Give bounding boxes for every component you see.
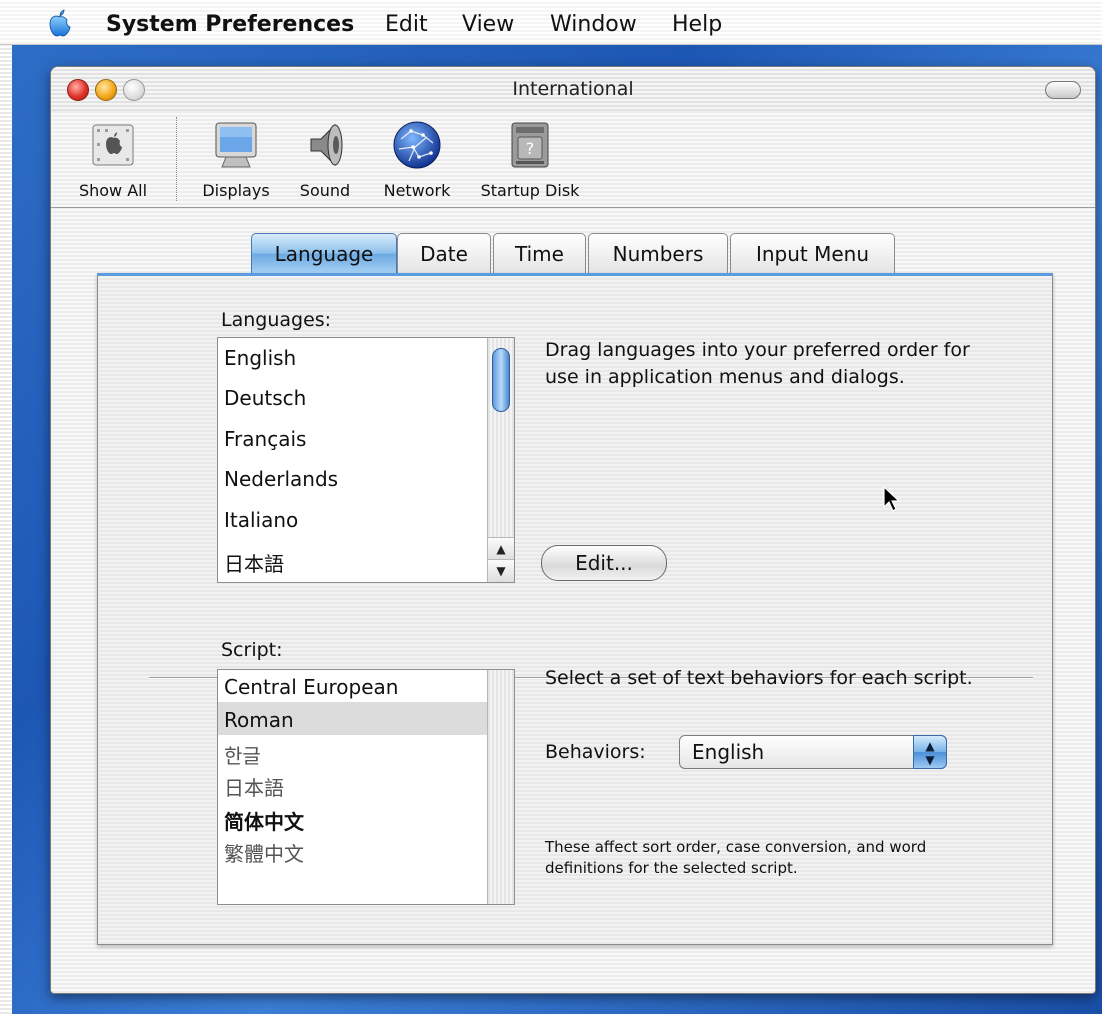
script-list[interactable]: Central European Roman 한글 日本語 简体中文 繁體中文	[217, 669, 515, 905]
international-window: International Show All Displays Sound Ne…	[50, 66, 1096, 994]
script-note: These affect sort order, case conversion…	[545, 838, 927, 877]
window-title: International	[512, 78, 634, 100]
tab-date[interactable]: Date	[397, 233, 491, 273]
list-item[interactable]: Italiano	[224, 508, 298, 532]
menu-help[interactable]: Help	[672, 12, 722, 37]
desktop-edge	[0, 0, 12, 1014]
languages-list[interactable]: English Deutsch Français Nederlands Ital…	[217, 337, 515, 583]
scroll-up-arrow-icon[interactable]: ▲	[488, 537, 514, 560]
list-item[interactable]: Roman	[224, 708, 294, 732]
script-scrollbar[interactable]	[487, 670, 514, 904]
list-item[interactable]: Nederlands	[224, 467, 338, 491]
list-item[interactable]: 日本語	[224, 548, 284, 577]
list-item[interactable]: 日本語	[224, 772, 284, 801]
toolbar-displays[interactable]: Displays	[193, 113, 279, 200]
startup-disk-icon: ?	[511, 122, 549, 168]
toolbar-toggle-button[interactable]	[1045, 81, 1081, 99]
languages-scrollbar[interactable]: ▲ ▼	[487, 338, 514, 582]
toolbar-label-startup-disk: Startup Disk	[480, 181, 580, 200]
apple-menu-icon[interactable]	[44, 8, 76, 38]
menu-system-preferences[interactable]: System Preferences	[106, 12, 354, 37]
languages-description: Drag languages into your preferred order…	[545, 339, 970, 388]
script-description: Select a set of text behaviors for each …	[545, 667, 973, 689]
toolbar-show-all[interactable]: Show All	[63, 113, 163, 200]
scroll-thumb[interactable]	[492, 348, 510, 412]
show-all-icon	[92, 124, 134, 166]
list-item[interactable]: Central European	[224, 675, 398, 699]
behaviors-popup[interactable]: English ▲ ▼	[679, 735, 947, 769]
list-item[interactable]: Français	[224, 427, 306, 451]
list-item[interactable]: 简体中文	[224, 806, 304, 835]
behaviors-label: Behaviors:	[545, 741, 646, 763]
tab-time[interactable]: Time	[493, 233, 586, 273]
list-item[interactable]: Deutsch	[224, 386, 306, 410]
menu-view[interactable]: View	[462, 12, 514, 37]
mouse-cursor-icon	[883, 485, 901, 512]
edit-languages-button[interactable]: Edit...	[541, 545, 667, 581]
tab-language[interactable]: Language	[251, 233, 397, 273]
menu-edit[interactable]: Edit	[385, 12, 428, 37]
toolbar-startup-disk[interactable]: ? Startup Disk	[471, 113, 589, 200]
network-icon	[393, 121, 441, 169]
menu-bar: System Preferences Edit View Window Help	[0, 0, 1102, 45]
list-item[interactable]: 한글	[224, 740, 261, 769]
toolbar-network[interactable]: Network	[373, 113, 461, 200]
toolbar-label-sound: Sound	[299, 181, 351, 200]
sound-icon	[310, 123, 343, 167]
toolbar-label-show-all: Show All	[78, 181, 148, 200]
script-heading: Script:	[221, 639, 283, 661]
tab-input-menu[interactable]: Input Menu	[730, 233, 895, 273]
popup-arrows-icon: ▲ ▼	[913, 735, 947, 769]
displays-icon	[215, 122, 257, 168]
list-item[interactable]: 繁體中文	[224, 838, 304, 867]
tab-numbers[interactable]: Numbers	[588, 233, 728, 273]
languages-heading: Languages:	[221, 309, 332, 331]
svg-text:?: ?	[526, 139, 535, 158]
menu-window[interactable]: Window	[550, 12, 637, 37]
toolbar-sound[interactable]: Sound	[287, 113, 363, 200]
scroll-down-arrow-icon[interactable]: ▼	[488, 559, 514, 582]
toolbar-label-network: Network	[383, 181, 451, 200]
title-bar[interactable]: International	[51, 67, 1095, 111]
toolbar-separator	[176, 117, 177, 201]
toolbar: Show All Displays Sound Network ? Startu…	[51, 111, 1095, 208]
toolbar-label-displays: Displays	[202, 181, 270, 200]
list-item[interactable]: English	[224, 346, 296, 370]
behaviors-value: English	[692, 740, 765, 764]
